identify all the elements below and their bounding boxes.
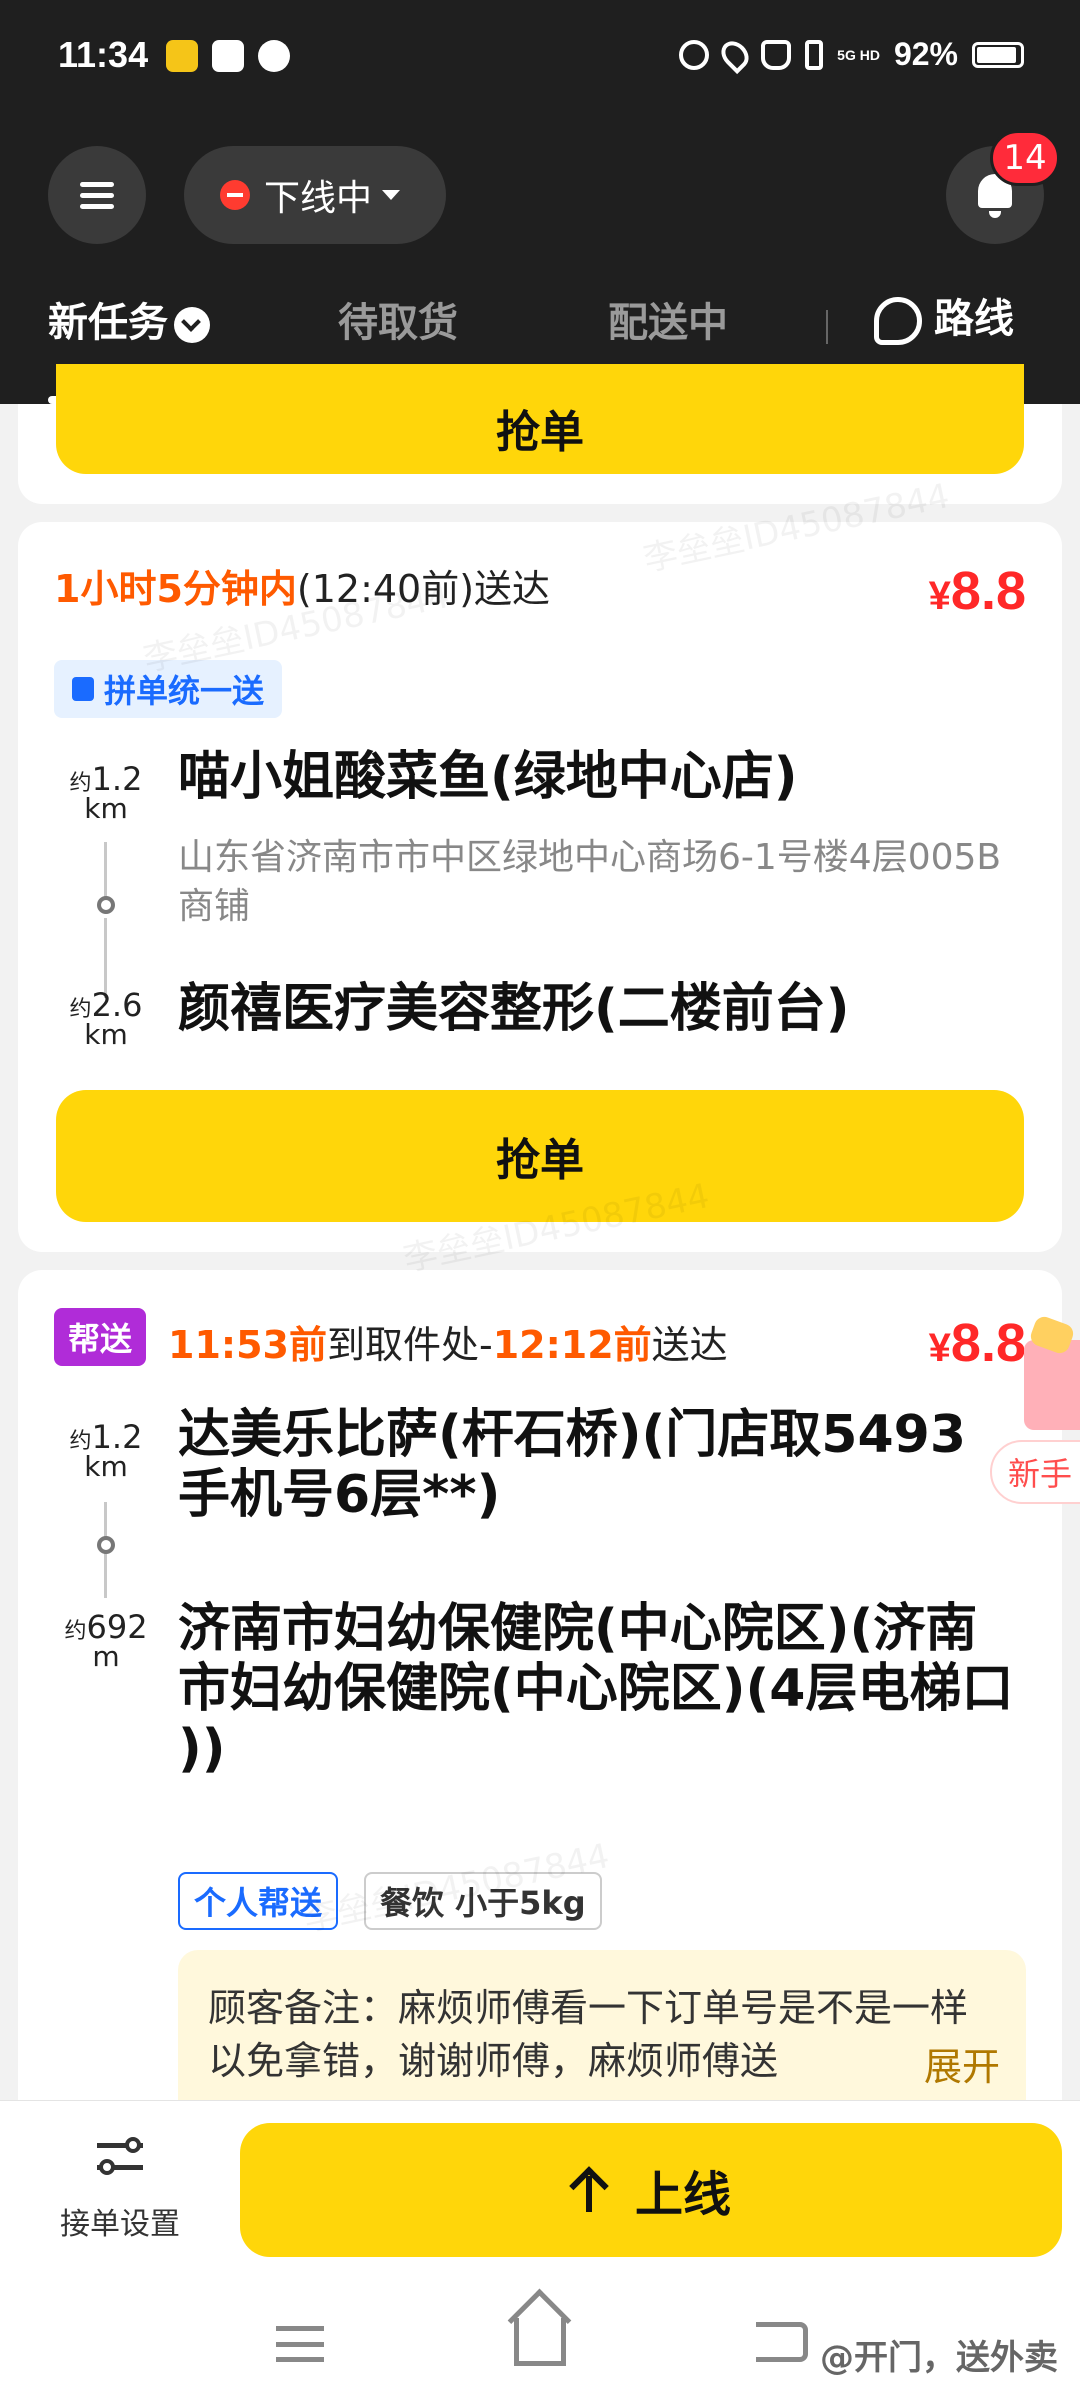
bluetooth-icon xyxy=(805,39,824,70)
currency-symbol: ¥ xyxy=(928,1326,951,1370)
grab-order-button-1[interactable]: 抢单 xyxy=(56,364,1024,474)
route-connector xyxy=(104,842,107,900)
dropoff-name: 颜禧医疗美容整形(二楼前台) xyxy=(178,979,850,1039)
route-pin-icon xyxy=(97,896,115,914)
grab-order-button-2[interactable]: 抢单 xyxy=(56,1090,1024,1222)
data-saver-icon xyxy=(258,40,290,72)
caret-down-icon xyxy=(382,190,401,200)
pickup-distance: 约1.2 km xyxy=(69,760,143,825)
deliver-text: 送达 xyxy=(651,1323,728,1367)
corner-watermark: @开门，送外卖 xyxy=(820,2338,1058,2378)
tab-route-label: 路线 xyxy=(934,296,1014,342)
delivery-time-rest: (12:40前)送达 xyxy=(296,567,551,611)
order-price: ¥8.8 xyxy=(929,1312,1026,1374)
location-icon xyxy=(716,35,755,74)
tab-new-tasks[interactable]: 新任务 xyxy=(48,290,210,348)
go-online-button[interactable]: 上线 xyxy=(240,2123,1062,2257)
status-bar: 11:34 5G HD 92% xyxy=(0,0,1080,118)
online-status-label: 下线中 xyxy=(264,178,373,219)
pickup-shop-name: 喵小姐酸菜鱼(绿地中心店) xyxy=(178,747,798,807)
bottom-action-bar: 接单设置 上线 xyxy=(0,2100,1080,2282)
pickup-time: 11:53前 xyxy=(168,1323,327,1367)
category-weight-chip: 餐饮 小于5kg xyxy=(364,1872,602,1930)
thumbs-up-icon xyxy=(72,677,94,701)
tab-route[interactable]: 路线 xyxy=(874,286,1014,345)
route-icon xyxy=(874,297,922,345)
grab-order-label: 抢单 xyxy=(496,407,584,458)
grab-order-label: 抢单 xyxy=(496,1135,584,1186)
back-icon[interactable] xyxy=(756,2322,808,2362)
delivery-time: 1小时5分钟内(12:40前)送达 xyxy=(54,558,550,613)
newbie-badge[interactable]: 新手 xyxy=(990,1440,1080,1504)
price-value: 8.8 xyxy=(950,561,1026,621)
alarm-icon xyxy=(679,39,710,70)
menu-button[interactable] xyxy=(48,146,146,244)
currency-symbol: ¥ xyxy=(928,574,951,618)
delivery-time-highlight: 1小时5分钟内 xyxy=(54,567,297,611)
order-price: ¥8.8 xyxy=(929,560,1026,622)
settings-sliders-icon xyxy=(97,2133,143,2179)
help-send-tag: 帮送 xyxy=(54,1308,147,1366)
customer-note-text: 顾客备注：麻烦师傅看一下订单号是不是一样以免拿错，谢谢师傅，麻烦师傅送 xyxy=(208,1986,969,2084)
status-time: 11:34 xyxy=(58,34,149,75)
pickup-distance: 约1.2 km xyxy=(69,1418,143,1483)
network-label: 5G HD xyxy=(837,46,880,63)
tab-new-tasks-label: 新任务 xyxy=(48,300,168,346)
deliver-time: 12:12前 xyxy=(492,1323,652,1367)
offline-icon xyxy=(220,180,250,210)
personal-help-send-chip: 个人帮送 xyxy=(178,1872,339,1930)
dropoff-distance: 约2.6 km xyxy=(69,986,143,1051)
pickup-shop-name: 达美乐比萨(杆石桥)(门店取5493手机号6层**) xyxy=(178,1405,967,1525)
dropoff-name: 济南市妇幼保健院(中心院区)(济南市妇幼保健院(中心院区)(4层电梯口 )) xyxy=(178,1599,1014,1779)
online-status-dropdown[interactable]: 下线中 xyxy=(184,146,446,244)
combined-delivery-tag: 拼单统一送 xyxy=(54,660,283,718)
notification-badge: 14 xyxy=(990,130,1060,186)
mute-icon xyxy=(761,39,792,70)
combined-delivery-label: 拼单统一送 xyxy=(104,672,265,710)
chevron-down-icon xyxy=(174,307,210,343)
order-card-1: 抢单 xyxy=(18,364,1062,504)
tab-divider xyxy=(826,310,828,344)
app-notification-icon xyxy=(166,40,198,72)
order-card-2[interactable]: 1小时5分钟内(12:40前)送达 ¥8.8 拼单统一送 约1.2 km 喵小姐… xyxy=(18,522,1062,1252)
order-settings-button[interactable]: 接单设置 xyxy=(40,2133,200,2243)
price-value: 8.8 xyxy=(950,1313,1026,1373)
expand-note-link[interactable]: 展开 xyxy=(911,2040,1000,2094)
top-header: 11:34 5G HD 92% 下线中 14 新任务 待取货 配送中 路线 xyxy=(0,0,1080,404)
recent-apps-icon[interactable] xyxy=(276,2326,324,2362)
pickup-deliver-time: 11:53前到取件处-12:12前送达 xyxy=(168,1314,728,1369)
tab-to-pickup[interactable]: 待取货 xyxy=(338,290,458,348)
home-icon[interactable] xyxy=(514,2318,566,2366)
menu-icon xyxy=(80,182,114,187)
order-settings-label: 接单设置 xyxy=(60,2207,180,2242)
go-online-label: 上线 xyxy=(634,2167,731,2223)
pickup-address: 山东省济南市市中区绿地中心商场6-1号楼4层005B商铺 xyxy=(178,837,1002,927)
mail-icon xyxy=(212,40,244,72)
battery-percent: 92% xyxy=(893,36,958,72)
tab-delivering[interactable]: 配送中 xyxy=(608,290,728,348)
status-right: 5G HD 92% xyxy=(679,35,1024,74)
arrow-up-icon xyxy=(571,2168,607,2212)
pickup-text: 到取件处- xyxy=(326,1323,493,1367)
order-card-3[interactable]: 帮送 11:53前到取件处-12:12前送达 ¥8.8 约1.2 km 达美乐比… xyxy=(18,1270,1062,2130)
dropoff-distance: 约692 m xyxy=(64,1608,148,1673)
route-pin-icon xyxy=(97,1536,115,1554)
battery-icon xyxy=(972,41,1024,68)
gift-icon[interactable] xyxy=(1024,1340,1080,1430)
